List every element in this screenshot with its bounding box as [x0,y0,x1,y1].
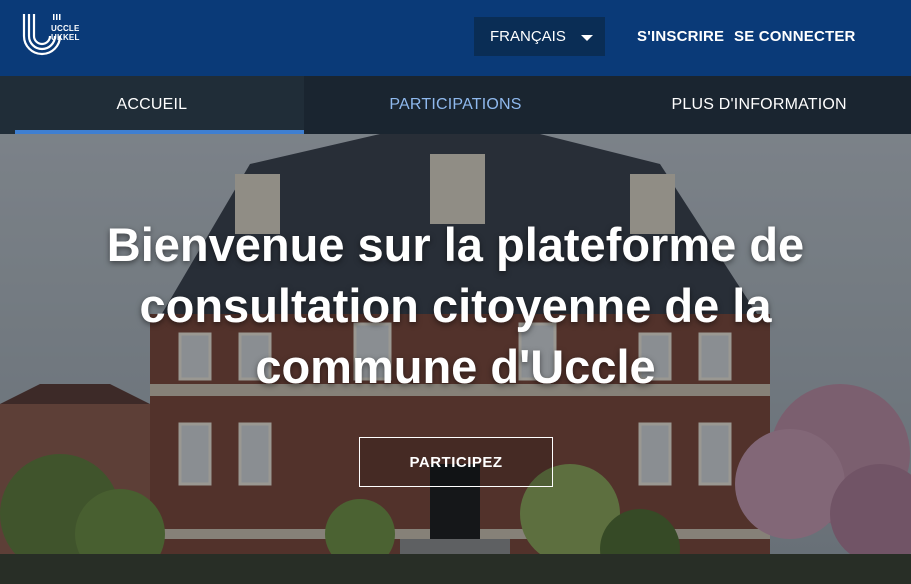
tab-accueil[interactable]: ACCUEIL [0,76,304,134]
tab-plus-information[interactable]: PLUS D'INFORMATION [607,76,911,134]
participate-button[interactable]: PARTICIPEZ [359,437,553,487]
main-nav: ACCUEIL PARTICIPATIONS PLUS D'INFORMATIO… [0,76,911,134]
hero-banner: Bienvenue sur la plateforme de consultat… [0,134,911,584]
signup-link[interactable]: S'INSCRIRE [637,28,724,45]
hero-title: Bienvenue sur la plateforme de consultat… [106,218,805,393]
tab-label: PARTICIPATIONS [389,96,522,113]
logo-line-1: UCCLE [51,24,80,33]
top-bar: UCCLE UKKEL FRANÇAIS S'INSCRIRE SE CONNE… [0,0,911,76]
tab-label: ACCUEIL [116,96,188,113]
chevron-down-icon [581,35,593,41]
uccle-logo[interactable]: UCCLE UKKEL [20,12,80,62]
logo-text: UCCLE UKKEL [51,24,80,42]
language-label: FRANÇAIS [490,28,566,45]
login-link[interactable]: SE CONNECTER [734,28,856,45]
language-select[interactable]: FRANÇAIS [474,17,605,56]
tab-label: PLUS D'INFORMATION [671,96,847,113]
tab-participations[interactable]: PARTICIPATIONS [304,76,608,134]
logo-line-2: UKKEL [51,33,80,42]
